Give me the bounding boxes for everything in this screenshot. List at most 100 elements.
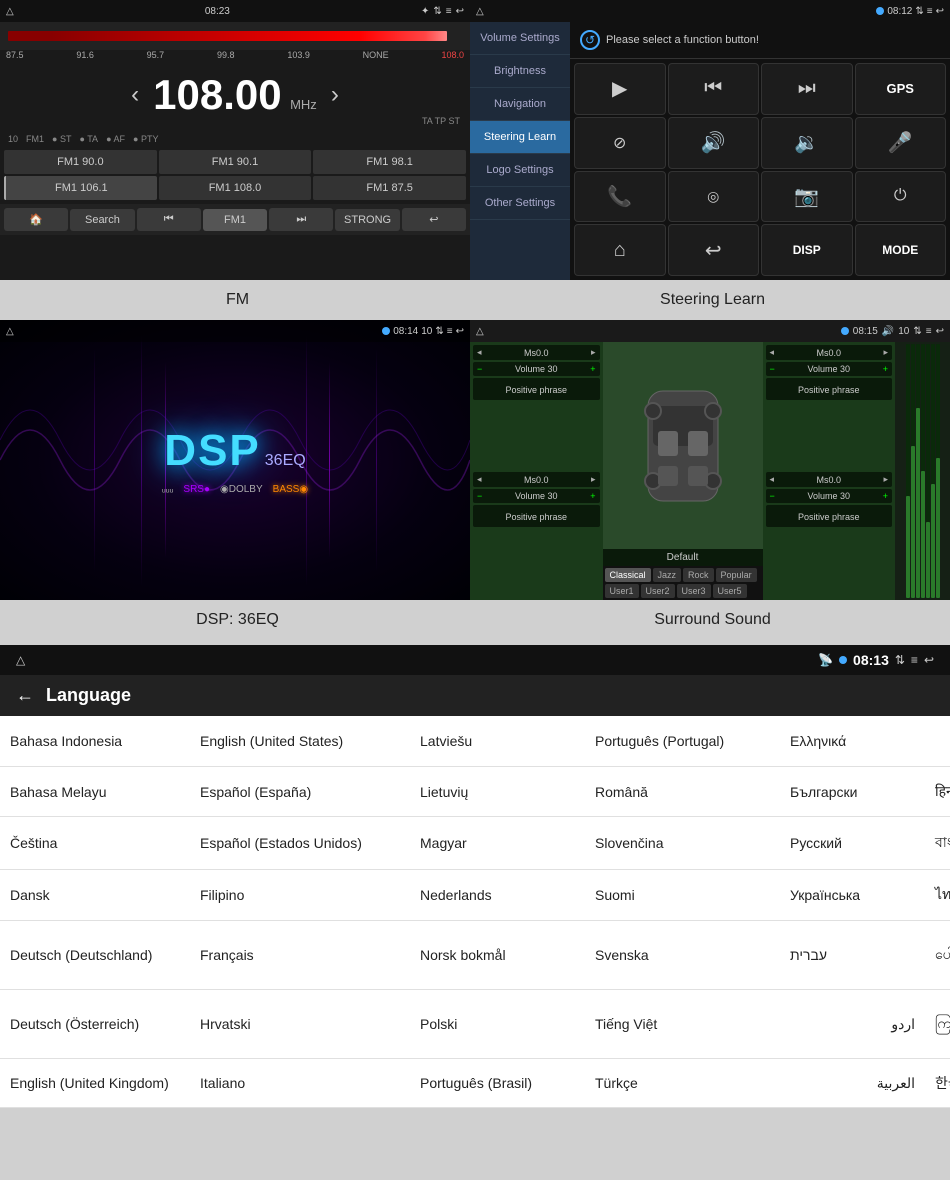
- sidebar-item-navigation[interactable]: Navigation: [470, 88, 570, 121]
- eq-tab-popular[interactable]: Popular: [716, 568, 757, 582]
- lang-cell-0-5[interactable]: فارسی: [925, 719, 950, 764]
- lang-cell-4-3[interactable]: Svenska: [585, 933, 780, 977]
- steer-disp-button[interactable]: DISP: [761, 224, 853, 276]
- lang-cell-2-5[interactable]: বাংলা: [925, 817, 950, 869]
- surround-rl-plus[interactable]: +: [590, 491, 595, 501]
- lang-cell-3-5[interactable]: ไทย: [925, 870, 950, 920]
- lang-cell-6-0[interactable]: English (United Kingdom): [0, 1061, 190, 1105]
- lang-cell-4-0[interactable]: Deutsch (Deutschland): [0, 933, 190, 977]
- lang-cell-4-5[interactable]: ပေါ: [925, 931, 950, 980]
- sidebar-item-steering[interactable]: Steering Learn: [470, 121, 570, 154]
- surround-fr-plus[interactable]: +: [883, 364, 888, 374]
- lang-cell-1-0[interactable]: Bahasa Melayu: [0, 770, 190, 814]
- lang-cell-2-0[interactable]: Čeština: [0, 821, 190, 865]
- lang-cell-4-2[interactable]: Norsk bokmål: [410, 933, 585, 977]
- fm-home-button[interactable]: 🏠: [4, 208, 68, 231]
- lang-cell-5-0[interactable]: Deutsch (Österreich): [0, 1002, 190, 1046]
- fm-preset-4[interactable]: FM1 106.1: [4, 176, 157, 200]
- lang-cell-5-1[interactable]: Hrvatski: [190, 1002, 410, 1046]
- surround-fl-minus[interactable]: −: [477, 364, 482, 374]
- lang-cell-3-1[interactable]: Filipino: [190, 873, 410, 917]
- sidebar-item-logo[interactable]: Logo Settings: [470, 154, 570, 187]
- lang-cell-3-3[interactable]: Suomi: [585, 873, 780, 917]
- lang-cell-5-5[interactable]: ကြ: [925, 1000, 950, 1049]
- steer-back-button[interactable]: ↩: [668, 224, 760, 276]
- fm-prev-button[interactable]: ‹: [117, 81, 153, 109]
- lang-cell-2-3[interactable]: Slovenčina: [585, 821, 780, 865]
- lang-cell-2-2[interactable]: Magyar: [410, 821, 585, 865]
- fm-preset-6[interactable]: FM1 87.5: [313, 176, 466, 200]
- fm-search-button[interactable]: Search: [70, 209, 134, 231]
- lang-cell-6-5[interactable]: 한국어: [925, 1059, 950, 1107]
- lang-cell-0-0[interactable]: Bahasa Indonesia: [0, 719, 190, 763]
- lang-cell-2-4[interactable]: Русский: [780, 821, 925, 865]
- steer-mode-button[interactable]: MODE: [855, 224, 947, 276]
- steer-mic-button[interactable]: 🎤: [855, 117, 947, 169]
- steer-phone-button[interactable]: 📞: [574, 171, 666, 223]
- steer-power-button[interactable]: ⏻: [855, 171, 947, 223]
- lang-cell-5-4[interactable]: اردو: [780, 1002, 925, 1047]
- lang-cell-2-1[interactable]: Español (Estados Unidos): [190, 821, 410, 865]
- dsp-tag-srs: SRS●: [183, 484, 210, 495]
- eq-tab-user1[interactable]: User1: [605, 584, 639, 598]
- eq-tab-jazz[interactable]: Jazz: [653, 568, 682, 582]
- lang-cell-3-0[interactable]: Dansk: [0, 873, 190, 917]
- lang-cell-1-1[interactable]: Español (España): [190, 770, 410, 814]
- lang-cell-1-2[interactable]: Lietuvių: [410, 770, 585, 814]
- sidebar-item-other[interactable]: Other Settings: [470, 187, 570, 220]
- lang-cell-4-4[interactable]: עברית: [780, 933, 925, 977]
- fm-next-button2[interactable]: ⏭: [269, 208, 333, 231]
- fm-preset-1[interactable]: FM1 90.0: [4, 150, 157, 174]
- sidebar-item-brightness[interactable]: Brightness: [470, 55, 570, 88]
- steer-next-button[interactable]: ⏭: [761, 63, 853, 115]
- steer-prev-button[interactable]: ⏮: [668, 63, 760, 115]
- surround-rr-minus[interactable]: −: [770, 491, 775, 501]
- lang-cell-0-4[interactable]: Ελληνικά: [780, 719, 925, 763]
- lang-cell-4-1[interactable]: Français: [190, 933, 410, 977]
- steer-view-button[interactable]: ◎: [668, 171, 760, 223]
- lang-cell-0-3[interactable]: Português (Portugal): [585, 719, 780, 763]
- lang-cell-0-2[interactable]: Latviešu: [410, 719, 585, 763]
- refresh-icon[interactable]: ↺: [580, 30, 600, 50]
- fm-preset-3[interactable]: FM1 98.1: [313, 150, 466, 174]
- eq-tab-rock[interactable]: Rock: [683, 568, 714, 582]
- eq-tab-user2[interactable]: User2: [641, 584, 675, 598]
- surround-default-button[interactable]: Default: [603, 549, 763, 566]
- lang-cell-1-5[interactable]: हिन्दी: [925, 768, 950, 815]
- lang-cell-6-1[interactable]: Italiano: [190, 1061, 410, 1105]
- eq-tab-user5[interactable]: User5: [713, 584, 747, 598]
- steer-volup-button[interactable]: 🔊: [668, 117, 760, 169]
- fm-back-button[interactable]: ↩: [402, 208, 466, 231]
- lang-cell-3-2[interactable]: Nederlands: [410, 873, 585, 917]
- lang-cell-1-4[interactable]: Български: [780, 770, 925, 814]
- sidebar-item-volume[interactable]: Volume Settings: [470, 22, 570, 55]
- lang-cell-3-4[interactable]: Українська: [780, 873, 925, 917]
- surround-rr-plus[interactable]: +: [883, 491, 888, 501]
- steer-camera-button[interactable]: 📷: [761, 171, 853, 223]
- steer-gps-button[interactable]: GPS: [855, 63, 947, 115]
- fm-band-button[interactable]: FM1: [203, 209, 267, 231]
- lang-cell-6-3[interactable]: Türkçe: [585, 1061, 780, 1105]
- steer-mute-button[interactable]: ⊘: [574, 117, 666, 169]
- lang-cell-5-2[interactable]: Polski: [410, 1002, 585, 1046]
- steer-play-button[interactable]: ▶: [574, 63, 666, 115]
- fm-strong-button[interactable]: STRONG: [335, 209, 399, 231]
- surround-fl-plus[interactable]: +: [590, 364, 595, 374]
- fm-next-button[interactable]: ›: [317, 81, 353, 109]
- lang-cell-6-4[interactable]: العربية: [780, 1061, 925, 1106]
- surround-fr-minus[interactable]: −: [770, 364, 775, 374]
- eq-tab-classical[interactable]: Classical: [605, 568, 651, 582]
- eq-tab-user3[interactable]: User3: [677, 584, 711, 598]
- lang-cell-0-1[interactable]: English (United States): [190, 719, 410, 763]
- steer-home-button[interactable]: ⌂: [574, 224, 666, 276]
- surround-default-label: Default: [667, 552, 699, 563]
- steer-voldown-button[interactable]: 🔉: [761, 117, 853, 169]
- fm-prev-button2[interactable]: ⏮: [137, 208, 201, 231]
- fm-preset-2[interactable]: FM1 90.1: [159, 150, 312, 174]
- lang-back-button[interactable]: ←: [16, 685, 34, 706]
- lang-cell-5-3[interactable]: Tiếng Việt: [585, 1002, 780, 1046]
- lang-cell-6-2[interactable]: Português (Brasil): [410, 1061, 585, 1105]
- fm-preset-5[interactable]: FM1 108.0: [159, 176, 312, 200]
- lang-cell-1-3[interactable]: Română: [585, 770, 780, 814]
- surround-rl-minus[interactable]: −: [477, 491, 482, 501]
